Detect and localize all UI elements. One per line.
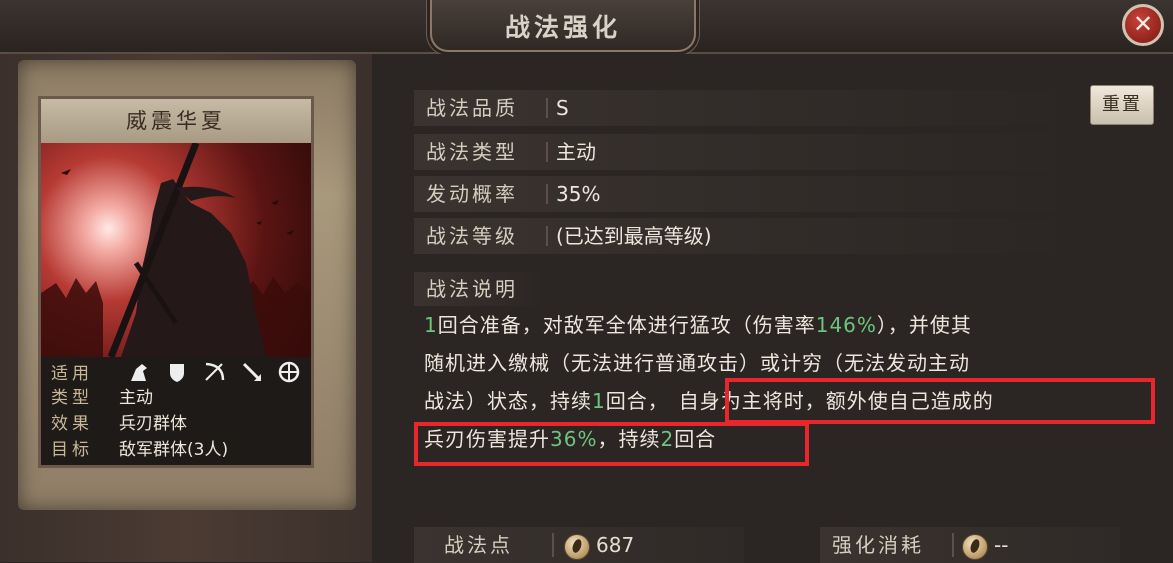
divider bbox=[546, 226, 548, 246]
tactic-points-label: 战法点 bbox=[444, 533, 513, 557]
close-button[interactable]: ✕ bbox=[1122, 4, 1164, 46]
info-row-target: 目标 敌军群体(3人) bbox=[51, 440, 229, 460]
description-line: 1回合准备，对敌军全体进行猛攻（伤害率146%），并使其 bbox=[424, 313, 972, 337]
tactic-points-bar: 战法点 687 bbox=[414, 527, 744, 563]
warrior-illustration bbox=[41, 143, 311, 357]
title-plate: 战法强化 bbox=[430, 0, 696, 52]
wheel-icon bbox=[278, 361, 300, 383]
tactic-info: 适用 类型 主动 效果 兵刃群体 目标 敌军群体(3人) bbox=[41, 357, 311, 465]
tactic-points: 687 bbox=[564, 527, 634, 563]
coin-icon bbox=[564, 533, 590, 560]
enhance-cost-bar: 强化消耗 -- bbox=[820, 527, 1120, 563]
page-title: 战法强化 bbox=[504, 13, 621, 42]
reset-button[interactable]: 重置 bbox=[1090, 85, 1154, 125]
close-icon: ✕ bbox=[1132, 10, 1154, 38]
tactic-card: 威震华夏 适用 类型 主动 效果 兵刃群体 目标 敌军群体(3人) bbox=[38, 96, 314, 468]
divider bbox=[546, 142, 548, 162]
bow-icon bbox=[203, 361, 225, 383]
tactic-name: 威震华夏 bbox=[41, 99, 311, 143]
enhance-cost: -- bbox=[962, 527, 1008, 563]
spear-icon bbox=[241, 361, 263, 383]
description-heading: 战法说明 bbox=[414, 272, 544, 306]
cavalry-icon bbox=[128, 361, 150, 383]
highlight-box bbox=[414, 422, 809, 466]
tactic-artwork bbox=[41, 143, 311, 357]
info-key: 适用 bbox=[51, 364, 93, 384]
info-row-applicable: 适用 bbox=[51, 359, 310, 385]
info-row-effect: 效果 兵刃群体 bbox=[51, 414, 187, 434]
coin-icon bbox=[962, 533, 988, 560]
attr-level: 战法等级 (已达到最高等级) bbox=[414, 218, 1074, 254]
divider bbox=[546, 98, 548, 118]
attr-type: 战法类型 主动 bbox=[414, 134, 1074, 170]
divider bbox=[552, 533, 554, 557]
enhance-cost-label: 强化消耗 bbox=[832, 533, 924, 557]
attr-quality: 战法品质 S bbox=[414, 90, 1074, 126]
highlight-box bbox=[725, 378, 1155, 424]
attr-probability: 发动概率 35% bbox=[414, 176, 1074, 212]
divider bbox=[546, 184, 548, 204]
divider bbox=[952, 533, 954, 557]
description-line: 随机进入缴械（无法进行普通攻击）或计穷（无法发动主动 bbox=[424, 351, 970, 375]
info-row-type: 类型 主动 bbox=[51, 388, 153, 408]
shield-icon bbox=[166, 361, 188, 383]
